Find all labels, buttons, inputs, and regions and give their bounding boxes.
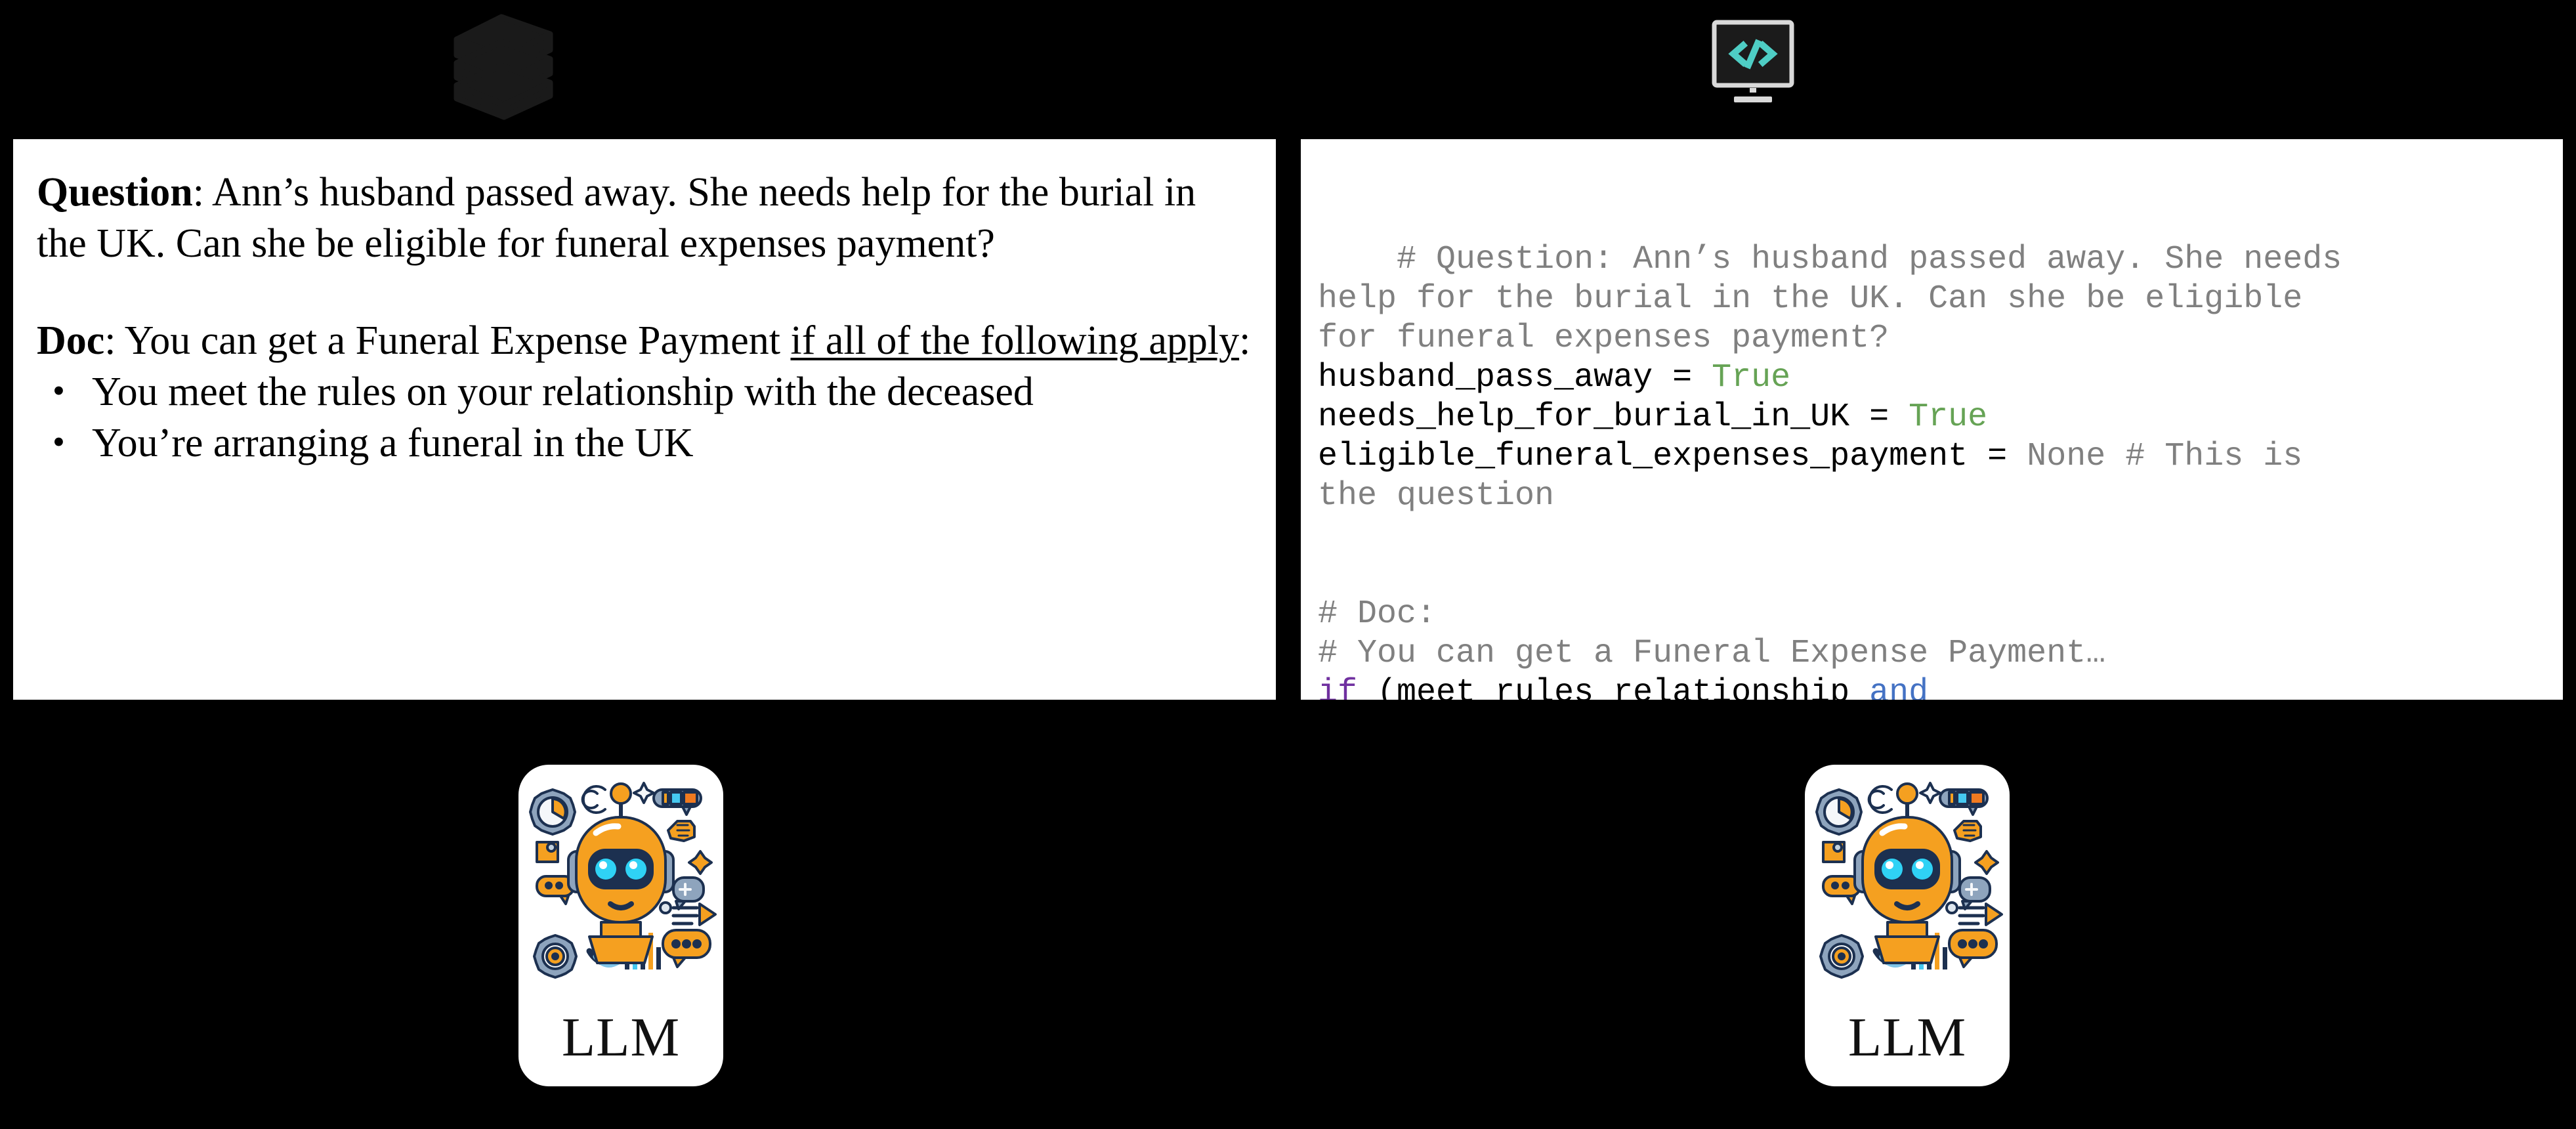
code-line-comment: help for the burial in the UK. Can she b… [1318, 280, 2303, 318]
code-monitor-icon [1687, 3, 1818, 124]
llm-robot-icon [518, 765, 723, 1006]
list-item: • You’re arranging a funeral in the UK [37, 417, 1252, 469]
code-line-assignment-with-comment: eligible_funeral_expenses_payment = None… [1318, 438, 2302, 475]
code-identifier: eligible_funeral_expenses_payment [1318, 438, 1968, 475]
document-panel: Question: Ann’s husband passed away. She… [13, 139, 1276, 700]
code-line-comment: # Doc: [1318, 595, 1437, 633]
code-operator: = [1968, 438, 2027, 475]
doc-label: Doc [37, 318, 105, 363]
question-paragraph: Question: Ann’s husband passed away. She… [37, 167, 1252, 269]
code-operator: = [1653, 359, 1712, 396]
code-condition-open: (meet_rules_relationship [1357, 674, 1870, 700]
doc-paragraph: Doc: You can get a Funeral Expense Payme… [37, 315, 1252, 366]
code-identifier: husband_pass_away [1318, 359, 1653, 396]
question-label: Question [37, 170, 193, 215]
llm-card-label: LLM [1848, 1007, 1967, 1068]
bullet-glyph: • [53, 371, 65, 410]
code-keyword-and: and [1869, 674, 1929, 700]
books-stack-icon [433, 5, 564, 123]
list-item: • You meet the rules on your relationshi… [37, 366, 1252, 417]
document-body: Question: Ann’s husband passed away. She… [13, 139, 1276, 469]
llm-card-right[interactable]: LLM [1805, 765, 2010, 1086]
doc-text-before: : You can get a Funeral Expense Payment [104, 318, 791, 363]
code-body: # Question: Ann’s husband passed away. S… [1301, 139, 2563, 700]
code-panel: # Question: Ann’s husband passed away. S… [1301, 139, 2563, 700]
code-line-assignment: husband_pass_away = True [1318, 359, 1790, 396]
list-item-text: You’re arranging a funeral in the UK [92, 421, 694, 465]
llm-card-left[interactable]: LLM [518, 765, 723, 1086]
code-line-comment: # Question: Ann’s husband passed away. S… [1397, 241, 2342, 278]
code-line-comment: for funeral expenses payment? [1318, 320, 1890, 357]
code-identifier: needs_help_for_burial_in_UK [1318, 398, 1850, 436]
llm-card-label: LLM [561, 1007, 681, 1068]
code-line-if: if (meet_rules_relationship and [1318, 674, 1928, 700]
list-item-text: You meet the rules on your relationship … [92, 370, 1034, 414]
code-literal-none: None [2027, 438, 2106, 475]
doc-text-underlined: if all of the following apply [790, 318, 1240, 363]
code-keyword-if: if [1318, 674, 1358, 700]
code-literal: True [1909, 398, 1988, 436]
code-operator: = [1849, 398, 1909, 436]
code-line-comment: # You can get a Funeral Expense Payment… [1318, 635, 2106, 672]
bullet-glyph: • [53, 422, 65, 461]
doc-text-after: : [1239, 318, 1251, 363]
question-text: : Ann’s husband passed away. She needs h… [37, 170, 1196, 266]
code-line-comment: the question [1318, 477, 1555, 515]
code-inline-comment: # This is [2105, 438, 2303, 475]
code-literal: True [1712, 359, 1791, 396]
doc-bullet-list: • You meet the rules on your relationshi… [37, 366, 1252, 469]
llm-robot-icon [1805, 765, 2010, 1006]
code-line-assignment: needs_help_for_burial_in_UK = True [1318, 398, 1987, 436]
